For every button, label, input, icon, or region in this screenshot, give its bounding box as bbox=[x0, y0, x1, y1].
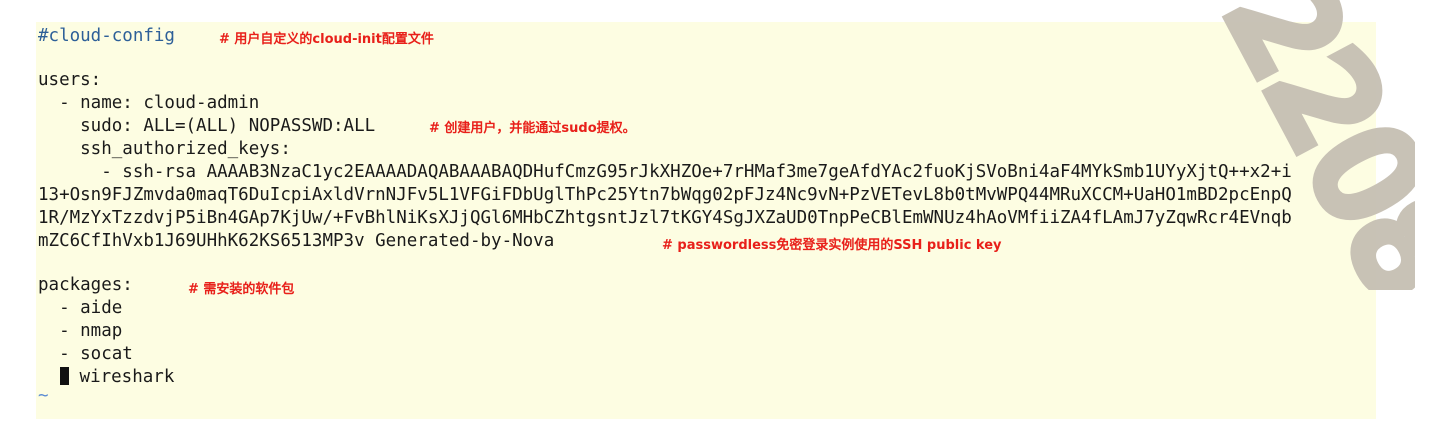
editor-line-15: - socat bbox=[38, 344, 133, 364]
editor-line-16: wireshark bbox=[60, 367, 174, 387]
editor-line-1: #cloud-config bbox=[38, 26, 175, 46]
comment-ssh-key: # passwordless免密登录实例使用的SSH public key bbox=[662, 238, 1002, 253]
editor-line-13: - aide bbox=[38, 298, 123, 318]
editor-line-10: mZC6CfIhVxb1J69UHhK62KS6513MP3v Generate… bbox=[38, 231, 555, 251]
editor-line-3: users: bbox=[38, 70, 102, 90]
editor-line-9: 1R/MzYxTzzdvjP5iBn4GAp7KjUw/+FvBhlNiKsXJ… bbox=[38, 208, 1292, 228]
editor-line-6: ssh_authorized_keys: bbox=[38, 139, 291, 159]
editor-line-4: - name: cloud-admin bbox=[38, 93, 260, 113]
editor-line-7: - ssh-rsa AAAAB3NzaC1yc2EAAAADAQABAAABAQ… bbox=[38, 162, 1292, 182]
text-editor[interactable]: #cloud-config # 用户自定义的cloud-init配置文件 use… bbox=[36, 22, 1376, 419]
editor-line-14: - nmap bbox=[38, 321, 123, 341]
editor-line-12: packages: bbox=[38, 275, 133, 295]
comment-config-header: # 用户自定义的cloud-init配置文件 bbox=[219, 32, 434, 47]
editor-line-8: 13+Osn9FJZmvda0maqT6DuIcpiAxldVrnNJFv5L1… bbox=[38, 185, 1292, 205]
code-text: #cloud-config bbox=[38, 26, 175, 46]
editor-line-5: sudo: ALL=(ALL) NOPASSWD:ALL bbox=[38, 116, 376, 136]
empty-line-tilde: ~ bbox=[38, 386, 49, 406]
code-text: wireshark bbox=[69, 367, 175, 387]
comment-sudo: # 创建用户，并能通过sudo提权。 bbox=[429, 121, 636, 136]
comment-packages: # 需安装的软件包 bbox=[188, 282, 295, 297]
text-cursor bbox=[60, 367, 69, 385]
